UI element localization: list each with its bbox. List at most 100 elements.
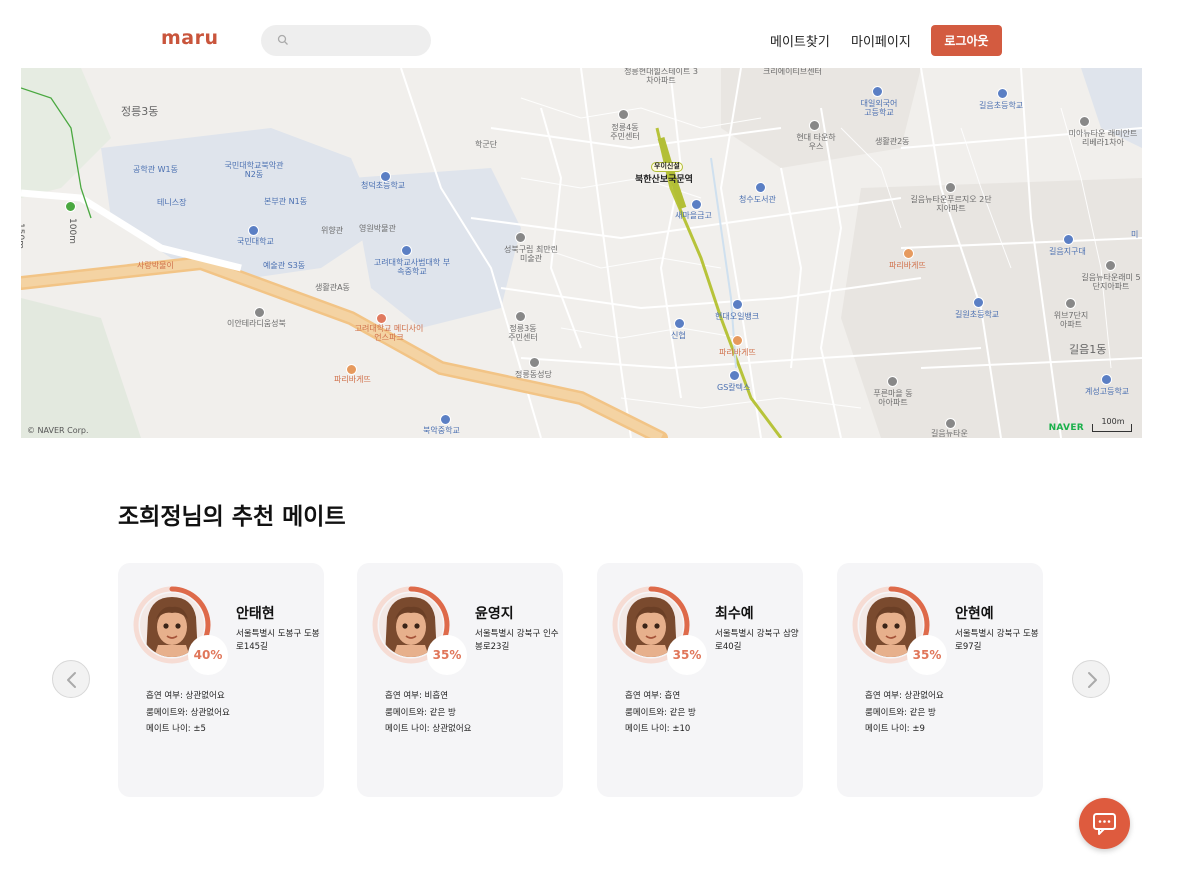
map[interactable]: 정릉3동 공학관 W1동 국민대학교북악관 N2동 테니스장 본부관 N1동 국… xyxy=(21,68,1142,438)
poi-icon xyxy=(346,364,357,375)
map-label: 위향관 xyxy=(321,226,344,235)
map-label: 예술관 S3동 xyxy=(263,261,306,270)
poi-icon xyxy=(529,357,540,368)
mate-card[interactable]: 35% 최수예 서울특별시 강북구 삼양로40길 흡연 여부: 흡연 룸메이트와: 같은… xyxy=(597,563,803,797)
map-label: 신협 xyxy=(671,331,686,340)
header: maru 메이트찾기 마이페이지 로그아웃 xyxy=(0,0,1188,68)
map-label: 대일외국어 고등학교 xyxy=(860,99,898,117)
map-label: 정릉동성당 xyxy=(515,370,552,379)
match-percent: 35% xyxy=(427,635,467,675)
mate-age: 메이트 나이: ±10 xyxy=(625,724,691,734)
map-label: 정릉4동 주민센터 xyxy=(610,123,640,141)
map-label: 길음초등학교 xyxy=(979,101,1024,110)
map-label: 공학관 W1동 xyxy=(133,165,178,174)
section-title: 조희정님의 추천 메이트 xyxy=(118,504,346,530)
mate-address: 서울특별시 도봉구 도봉로145길 xyxy=(236,629,320,652)
map-label: 파리바게뜨 xyxy=(889,261,926,270)
map-label: 푸른마을 동아아파트 xyxy=(873,389,913,407)
poi-icon xyxy=(973,297,984,308)
map-label: 영원박물관 xyxy=(359,224,396,233)
map-scale-label: 100m xyxy=(1101,417,1125,426)
map-copyright: © NAVER Corp. xyxy=(27,426,89,435)
mate-roommate: 룸메이트와: 같은 방 xyxy=(865,707,936,718)
map-label: 국민대학교 xyxy=(237,237,274,246)
mate-card[interactable]: 40% 안태현 서울특별시 도봉구 도봉로145길 흡연 여부: 상관없어요 룸메이트와… xyxy=(118,563,324,797)
poi-icon xyxy=(887,376,898,387)
map-label: 성북구립 최만린미술관 xyxy=(503,245,559,263)
poi-icon xyxy=(945,182,956,193)
mate-age: 메이트 나이: ±9 xyxy=(865,724,925,734)
carousel-prev-button[interactable] xyxy=(52,660,90,698)
map-label: 길음1동 xyxy=(1069,343,1107,356)
mate-name: 최수예 xyxy=(715,606,754,622)
mate-roommate: 룸메이트와: 같은 방 xyxy=(625,707,696,718)
poi-icon xyxy=(515,311,526,322)
map-label: 길음지구대 xyxy=(1049,247,1086,256)
mate-smoking: 흡연 여부: 상관없어요 xyxy=(865,691,944,701)
poi-icon xyxy=(903,248,914,259)
mate-name: 안현예 xyxy=(955,606,994,622)
search-input[interactable] xyxy=(295,30,421,51)
logout-button[interactable]: 로그아웃 xyxy=(931,25,1002,56)
map-label: 학군단 xyxy=(475,140,498,149)
mate-name: 윤영지 xyxy=(475,606,514,622)
mate-info: 흡연 여부: 상관없어요룸메이트와: 같은 방메이트 나이: ±9 xyxy=(865,688,944,738)
map-scale-vertical: 100m xyxy=(67,218,77,244)
match-percent: 35% xyxy=(907,635,947,675)
map-label: 현대오일뱅크 xyxy=(715,312,760,321)
map-label: 북한산보국문역 xyxy=(635,175,693,185)
carousel-next-button[interactable] xyxy=(1072,660,1110,698)
mate-card[interactable]: 35% 윤영지 서울특별시 강북구 인수봉로23길 흡연 여부: 비흡연 룸메이트와: … xyxy=(357,563,563,797)
poi-icon xyxy=(401,245,412,256)
mate-roommate: 룸메이트와: 같은 방 xyxy=(385,707,456,718)
poi-icon xyxy=(65,201,76,212)
map-scale-vertical: 150m xyxy=(21,223,25,249)
mate-smoking: 흡연 여부: 비흡연 xyxy=(385,691,449,701)
search-bar[interactable] xyxy=(261,25,431,56)
chat-button[interactable] xyxy=(1079,798,1130,849)
poi-icon xyxy=(440,414,451,425)
poi-icon xyxy=(997,88,1008,99)
chat-icon xyxy=(1093,813,1116,835)
poi-icon xyxy=(1063,234,1074,245)
map-label: 고려대학교사범대학 부속중학교 xyxy=(373,258,451,276)
nav-mypage[interactable]: 마이페이지 xyxy=(851,31,911,50)
poi-icon xyxy=(674,318,685,329)
map-label: 생활관A동 xyxy=(315,283,350,292)
map-label: GS칼텍스 xyxy=(717,383,751,392)
chevron-left-icon xyxy=(67,672,76,688)
naver-logo: NAVER xyxy=(1048,423,1084,433)
poi-icon xyxy=(1101,374,1112,385)
poi-icon xyxy=(248,225,259,236)
poi-icon xyxy=(254,307,265,318)
map-label: 길음뉴타운 xyxy=(931,429,968,438)
map-label: 미 xyxy=(1131,230,1139,239)
nav-find-mate[interactable]: 메이트찾기 xyxy=(770,31,830,50)
map-label: 청덕초등학교 xyxy=(361,181,406,190)
map-label: 테니스장 xyxy=(157,198,187,207)
mate-roommate: 룸메이트와: 상관없어요 xyxy=(146,707,230,718)
poi-icon xyxy=(732,299,743,310)
map-label: 우이신설 xyxy=(651,162,683,172)
poi-icon xyxy=(1079,116,1090,127)
poi-icon xyxy=(691,199,702,210)
map-label: 정릉3동 xyxy=(121,105,159,118)
chevron-right-icon xyxy=(1088,672,1097,688)
match-percent: 40% xyxy=(188,635,228,675)
poi-icon xyxy=(618,109,629,120)
poi-icon xyxy=(1065,298,1076,309)
logo[interactable]: maru xyxy=(161,27,219,49)
poi-icon xyxy=(729,370,740,381)
map-label: 고려대학교 메디사이언스파크 xyxy=(354,324,424,342)
map-label: 길음뉴타운래미 5단지아파트 xyxy=(1081,273,1141,291)
mate-smoking: 흡연 여부: 상관없어요 xyxy=(146,691,225,701)
mate-info: 흡연 여부: 흡연 룸메이트와: 같은 방 메이트 나이: ±10 xyxy=(625,688,696,738)
mate-card[interactable]: 35% 안현예 서울특별시 강북구 도봉로97길 흡연 여부: 상관없어요 룸메이트와:… xyxy=(837,563,1043,797)
map-label: 길음뉴타운푸르지오 2단지아파트 xyxy=(910,195,992,213)
mate-age: 메이트 나이: ±5 xyxy=(146,724,206,734)
map-label: 파리바게뜨 xyxy=(334,375,371,384)
search-icon xyxy=(277,34,288,45)
poi-icon xyxy=(872,86,883,97)
map-label: 현대 타운하우스 xyxy=(796,133,836,151)
map-label: 계성고등학교 xyxy=(1085,387,1130,396)
